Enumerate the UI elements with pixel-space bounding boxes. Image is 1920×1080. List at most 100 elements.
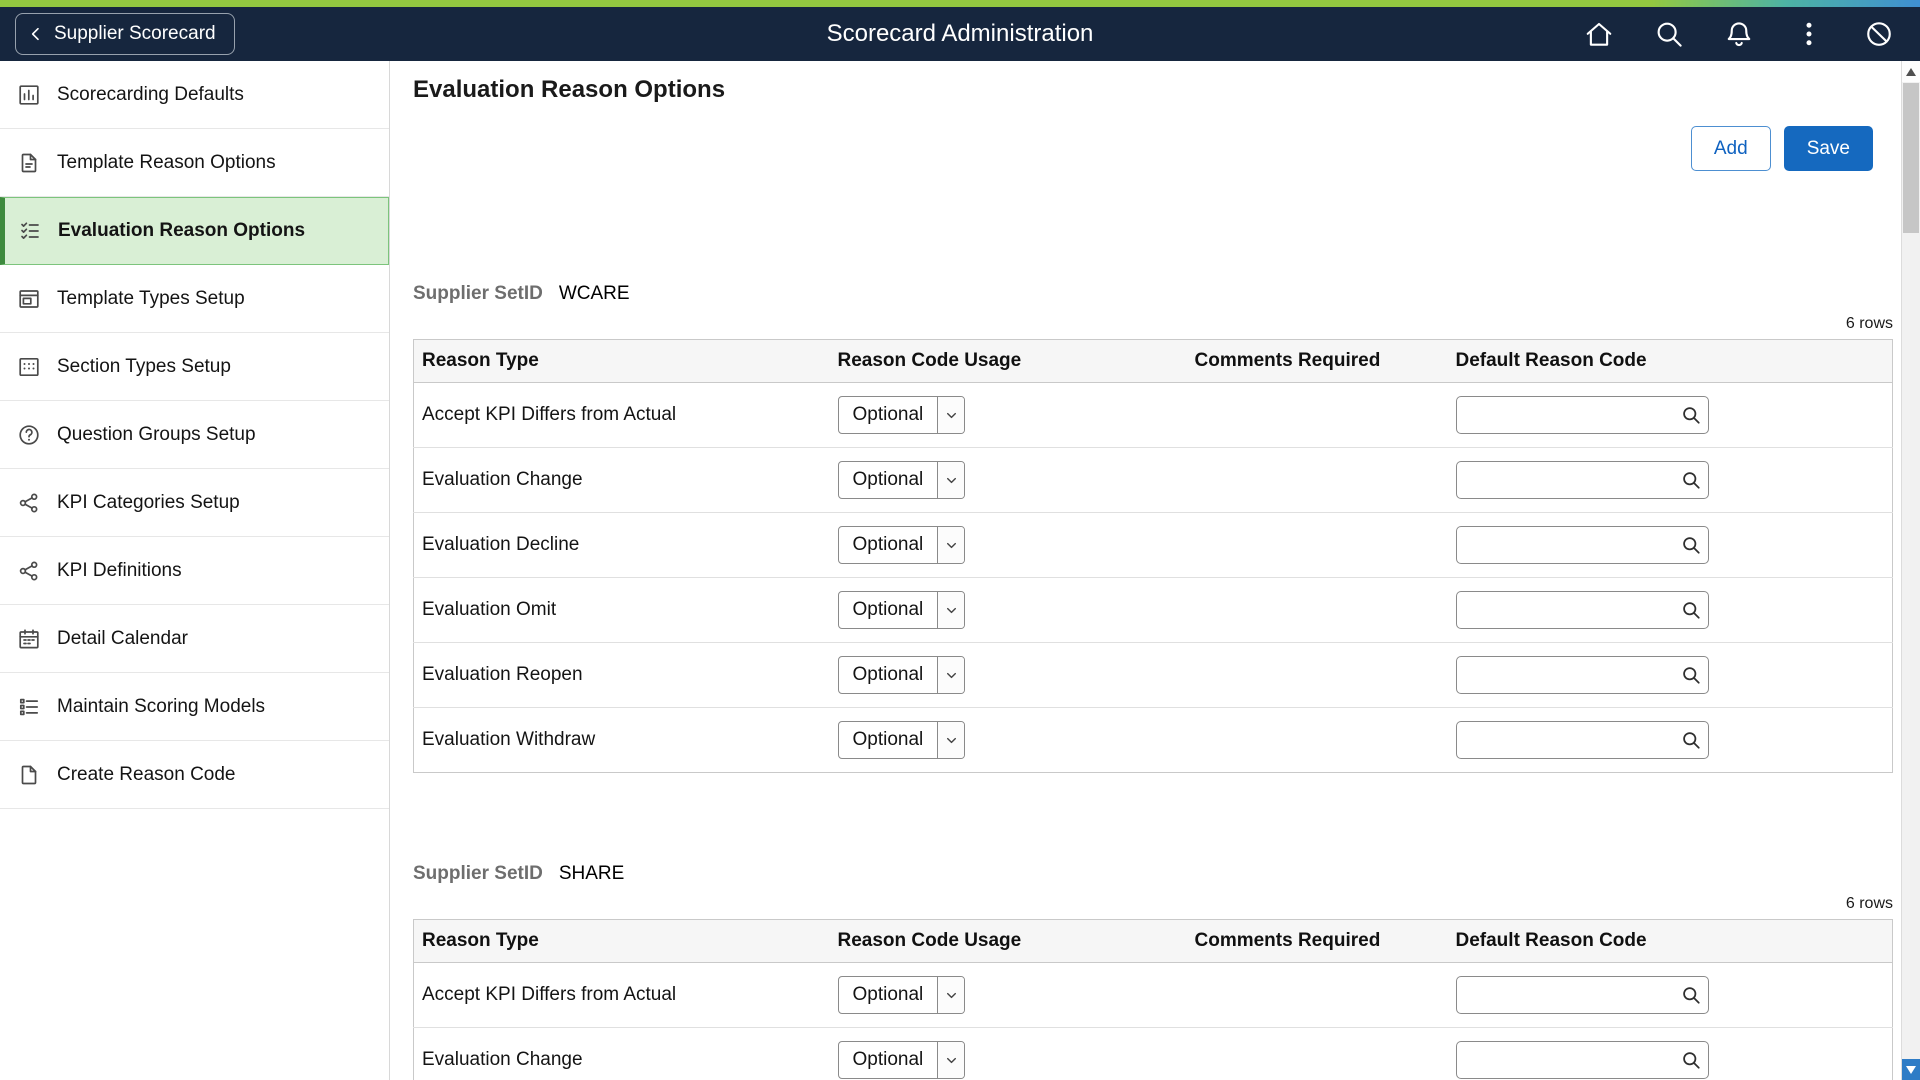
prohibition-icon[interactable]: [1864, 19, 1894, 49]
setid-value: SHARE: [558, 863, 625, 884]
sidebar-item-scorecarding-defaults[interactable]: Scorecarding Defaults: [0, 61, 389, 129]
setid-row: Supplier SetID SHARE: [413, 863, 1893, 885]
column-header-reason-type: Reason Type: [413, 919, 830, 963]
reason-type: Accept KPI Differs from Actual: [422, 404, 677, 425]
comments-required-cell: [1186, 512, 1448, 578]
table-header-row: Reason Type Reason Code Usage Comments R…: [413, 339, 1893, 383]
back-button[interactable]: Supplier Scorecard: [15, 13, 235, 55]
chevron-down-icon: [937, 462, 965, 498]
default-reason-code-lookup: [1455, 591, 1709, 629]
chevron-down-icon: [937, 977, 965, 1013]
setid-value: WCARE: [558, 283, 630, 304]
table-row: Evaluation Change Optional: [413, 1027, 1893, 1080]
reason-code-usage-select[interactable]: Optional: [837, 976, 966, 1014]
search-icon[interactable]: [1654, 19, 1684, 49]
scroll-down-button[interactable]: [1902, 1059, 1920, 1080]
bar-chart-icon: [17, 83, 41, 107]
reason-code-usage-select[interactable]: Optional: [837, 1041, 966, 1079]
checklist-icon: [18, 219, 42, 243]
question-circle-icon: [17, 423, 41, 447]
lookup-search-icon[interactable]: [1681, 535, 1701, 555]
lookup-search-icon[interactable]: [1681, 730, 1701, 750]
arrow-down-icon: [1906, 1065, 1916, 1074]
setid-label: Supplier SetID: [413, 283, 543, 304]
more-actions-icon[interactable]: [1794, 19, 1824, 49]
column-header-comments-required: Comments Required: [1186, 339, 1448, 383]
sidebar-item-label: Scorecarding Defaults: [57, 83, 244, 105]
default-reason-code-input[interactable]: [1455, 396, 1709, 434]
reason-code-usage-select[interactable]: Optional: [837, 396, 966, 434]
default-reason-code-input[interactable]: [1455, 976, 1709, 1014]
reason-type: Evaluation Change: [422, 1049, 583, 1070]
sidebar-item-label: Template Reason Options: [57, 151, 276, 173]
select-value: Optional: [852, 984, 924, 1005]
default-reason-code-input[interactable]: [1455, 591, 1709, 629]
scrollbar-thumb[interactable]: [1903, 83, 1919, 233]
default-reason-code-input[interactable]: [1455, 461, 1709, 499]
sidebar-item-template-reason-options[interactable]: Template Reason Options: [0, 129, 389, 197]
sidebar-item-maintain-scoring-models[interactable]: Maintain Scoring Models: [0, 673, 389, 741]
default-reason-code-input[interactable]: [1455, 526, 1709, 564]
sidebar-nav: Scorecarding Defaults Template Reason Op…: [0, 61, 390, 1080]
header-actions: [1584, 19, 1894, 49]
sidebar-item-section-types-setup[interactable]: Section Types Setup: [0, 333, 389, 401]
reason-code-usage-select[interactable]: Optional: [837, 526, 966, 564]
chevron-down-icon: [937, 397, 965, 433]
comments-required-cell: [1186, 1027, 1448, 1080]
column-header-default-reason-code: Default Reason Code: [1447, 919, 1893, 963]
reason-code-usage-select[interactable]: Optional: [837, 461, 966, 499]
reason-code-usage-select[interactable]: Optional: [837, 591, 966, 629]
vertical-scrollbar[interactable]: [1901, 61, 1920, 1080]
sidebar-item-label: KPI Definitions: [57, 559, 182, 581]
sidebar-item-detail-calendar[interactable]: Detail Calendar: [0, 605, 389, 673]
column-header-reason-code-usage: Reason Code Usage: [829, 339, 1187, 383]
lookup-search-icon[interactable]: [1681, 470, 1701, 490]
add-button[interactable]: Add: [1690, 126, 1771, 171]
lookup-search-icon[interactable]: [1681, 985, 1701, 1005]
comments-required-cell: [1186, 642, 1448, 708]
comments-required-cell: [1186, 447, 1448, 513]
home-icon[interactable]: [1584, 19, 1614, 49]
default-reason-code-input[interactable]: [1455, 721, 1709, 759]
row-count: 6 rows: [1845, 315, 1893, 332]
sidebar-item-kpi-definitions[interactable]: KPI Definitions: [0, 537, 389, 605]
column-header-default-reason-code: Default Reason Code: [1447, 339, 1893, 383]
setid-section-share: Supplier SetID SHARE 6 rows Reason Type …: [413, 863, 1893, 1080]
sidebar-item-template-types-setup[interactable]: Template Types Setup: [0, 265, 389, 333]
select-value: Optional: [852, 534, 924, 555]
reason-code-usage-select[interactable]: Optional: [837, 721, 966, 759]
page-header-title: Scorecard Administration: [826, 20, 1094, 47]
back-button-label: Supplier Scorecard: [54, 23, 216, 44]
sidebar-item-label: Template Types Setup: [57, 287, 245, 309]
sidebar-item-label: Detail Calendar: [57, 627, 188, 649]
sidebar-item-question-groups-setup[interactable]: Question Groups Setup: [0, 401, 389, 469]
default-reason-code-lookup: [1455, 396, 1709, 434]
default-reason-code-lookup: [1455, 526, 1709, 564]
setid-section-wcare: Supplier SetID WCARE 6 rows Reason Type …: [413, 283, 1893, 773]
select-value: Optional: [852, 664, 924, 685]
table-header-row: Reason Type Reason Code Usage Comments R…: [413, 919, 1893, 963]
reason-type: Accept KPI Differs from Actual: [422, 984, 677, 1005]
lookup-search-icon[interactable]: [1681, 600, 1701, 620]
setid-row: Supplier SetID WCARE: [413, 283, 1893, 305]
scroll-up-button[interactable]: [1902, 61, 1920, 82]
sidebar-item-create-reason-code[interactable]: Create Reason Code: [0, 741, 389, 809]
select-value: Optional: [852, 404, 924, 425]
lookup-search-icon[interactable]: [1681, 665, 1701, 685]
lookup-search-icon[interactable]: [1681, 1050, 1701, 1070]
reason-type: Evaluation Withdraw: [422, 729, 596, 750]
lookup-search-icon[interactable]: [1681, 405, 1701, 425]
default-reason-code-input[interactable]: [1455, 1041, 1709, 1079]
reason-code-usage-select[interactable]: Optional: [837, 656, 966, 694]
table-row: Evaluation Withdraw Optional: [413, 707, 1893, 773]
page-actions: Add Save: [413, 126, 1893, 171]
save-button[interactable]: Save: [1783, 126, 1873, 171]
sidebar-item-label: KPI Categories Setup: [57, 491, 240, 513]
sidebar-item-kpi-categories-setup[interactable]: KPI Categories Setup: [0, 469, 389, 537]
column-header-reason-code-usage: Reason Code Usage: [829, 919, 1187, 963]
sidebar-item-evaluation-reason-options[interactable]: Evaluation Reason Options: [0, 197, 389, 265]
setid-label: Supplier SetID: [413, 863, 543, 884]
chevron-down-icon: [937, 657, 965, 693]
default-reason-code-input[interactable]: [1455, 656, 1709, 694]
notifications-icon[interactable]: [1724, 19, 1754, 49]
